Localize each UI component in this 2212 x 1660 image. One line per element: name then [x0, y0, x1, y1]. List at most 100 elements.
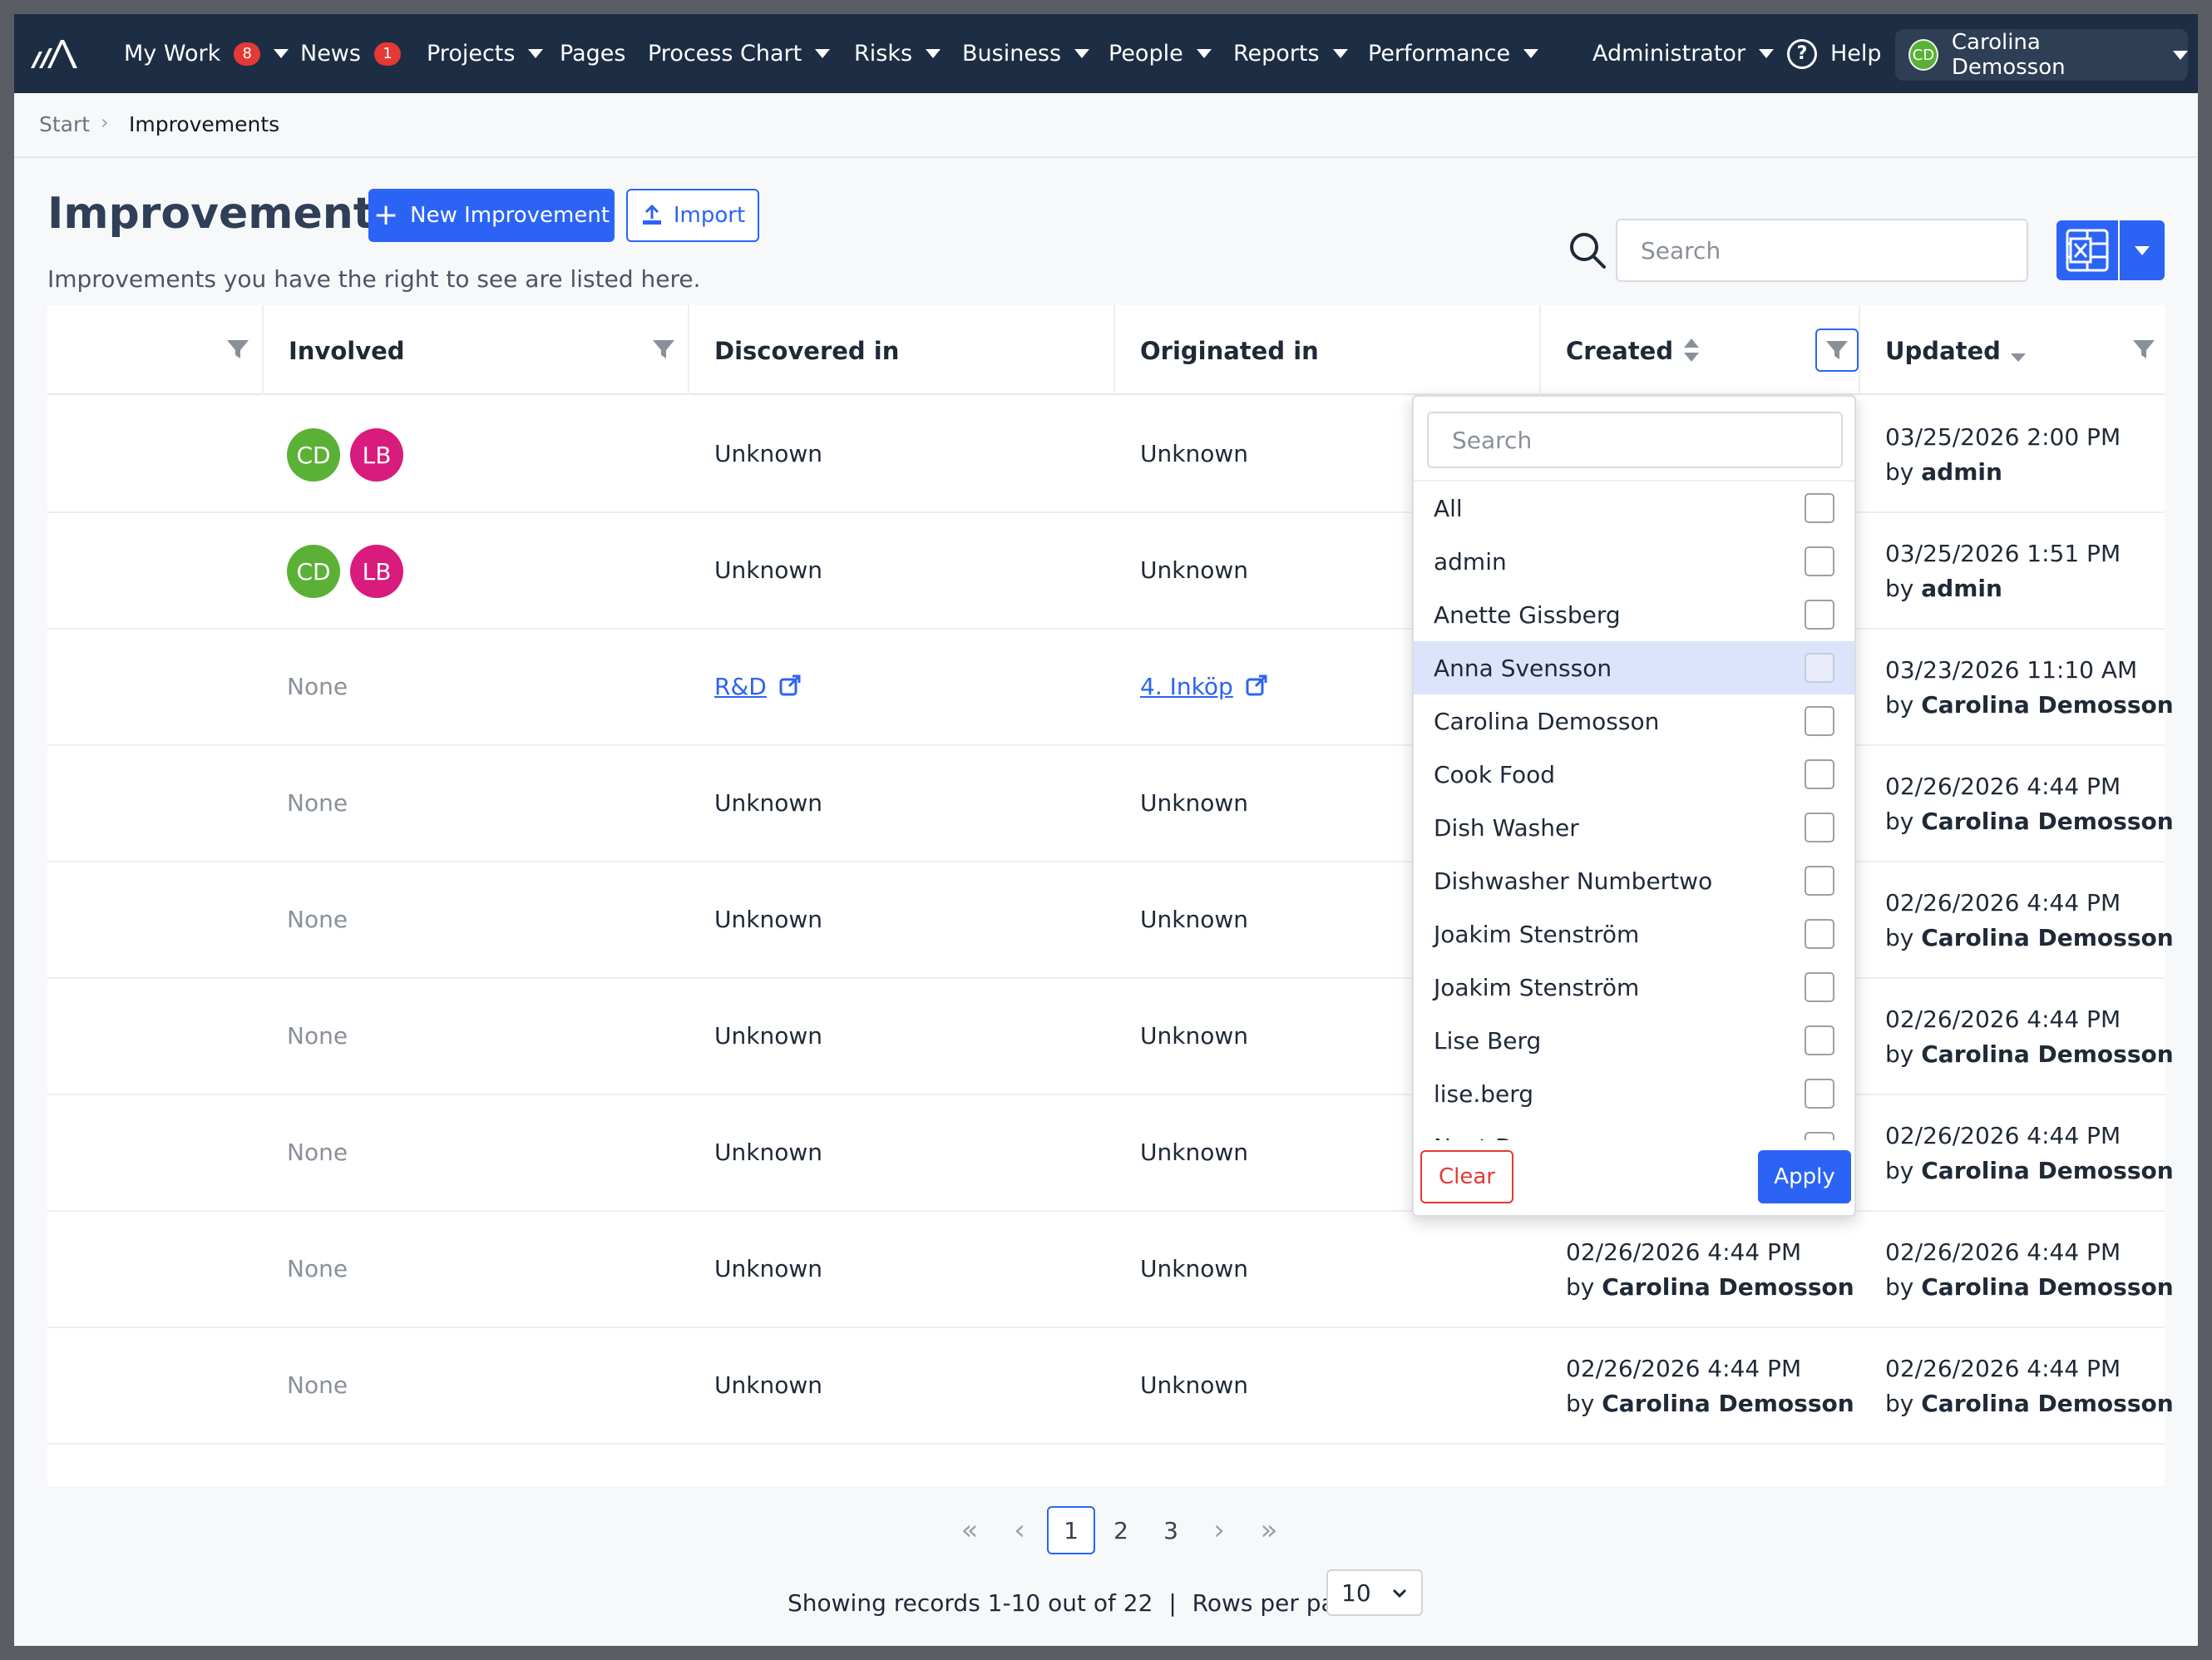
chevron-down-icon: [528, 49, 544, 58]
avatar[interactable]: LB: [350, 428, 403, 482]
export-excel-button[interactable]: [2056, 220, 2118, 280]
filter-icon[interactable]: [651, 337, 676, 362]
column-originated-in[interactable]: Originated in: [1140, 337, 1319, 365]
filter-option[interactable]: Anna Svensson: [1414, 641, 1854, 694]
filter-option[interactable]: Cook Food: [1414, 748, 1854, 801]
filter-option[interactable]: Anette Gissberg: [1414, 588, 1854, 641]
avatar[interactable]: CD: [287, 545, 340, 598]
involved-cell: None: [287, 1255, 348, 1282]
filter-search-input[interactable]: [1427, 412, 1843, 468]
filter-option-checkbox[interactable]: [1805, 706, 1834, 736]
chevron-down-icon: [1074, 49, 1090, 58]
last-page-button[interactable]: »: [1245, 1506, 1293, 1554]
chevron-right-icon: ›: [101, 111, 109, 134]
originated-cell: Unknown: [1140, 906, 1248, 933]
next-page-button[interactable]: ›: [1195, 1506, 1243, 1554]
filter-option[interactable]: Lise Berg: [1414, 1014, 1854, 1067]
column-discovered-in[interactable]: Discovered in: [714, 337, 899, 365]
search-icon[interactable]: [1566, 229, 1611, 274]
filter-option-checkbox[interactable]: [1805, 1132, 1834, 1140]
records-summary: Showing records 1-10 out of 22 | Rows pe…: [788, 1589, 1373, 1617]
external-link-icon[interactable]: [778, 674, 802, 703]
filter-option-checkbox[interactable]: [1805, 972, 1834, 1002]
filter-options-list[interactable]: All admin Anette Gissberg Anna Svensson Caro…: [1414, 480, 1854, 1140]
filter-option-checkbox[interactable]: [1805, 1079, 1834, 1109]
excel-icon: [2066, 229, 2109, 272]
filter-option-checkbox[interactable]: [1805, 600, 1834, 630]
filter-option[interactable]: Joakim Stenström: [1414, 961, 1854, 1014]
avatar[interactable]: LB: [350, 545, 403, 598]
filter-option-checkbox[interactable]: [1805, 866, 1834, 896]
originated-cell: Unknown: [1140, 1022, 1248, 1050]
filter-option-checkbox[interactable]: [1805, 813, 1834, 842]
nav-pages[interactable]: Pages: [560, 14, 625, 93]
table-row[interactable]: None Unknown Unknown 02/26/2026 4:44 PM by C…: [47, 1328, 2174, 1445]
filter-option-checkbox[interactable]: [1805, 759, 1834, 789]
first-page-button[interactable]: «: [946, 1506, 994, 1554]
created-filter-button[interactable]: [1815, 329, 1859, 372]
nav-people[interactable]: People: [1108, 14, 1212, 93]
originated-cell: Unknown: [1140, 440, 1248, 467]
filter-option[interactable]: Joakim Stenström: [1414, 907, 1854, 961]
avatar[interactable]: CD: [287, 428, 340, 482]
filter-option[interactable]: Next Demo: [1414, 1120, 1854, 1140]
rows-per-page-select[interactable]: 10: [1326, 1569, 1423, 1616]
filter-option[interactable]: Dish Washer: [1414, 801, 1854, 854]
external-link-icon[interactable]: [1245, 674, 1268, 703]
filter-option-checkbox[interactable]: [1805, 1025, 1834, 1055]
updated-cell: 02/26/2026 4:44 PM by Carolina Demosson: [1885, 1238, 2174, 1301]
page-1-button[interactable]: 1: [1047, 1506, 1095, 1554]
updated-by: Carolina Demosson: [1921, 1390, 2174, 1417]
filter-option-checkbox[interactable]: [1805, 919, 1834, 949]
export-options-dropdown[interactable]: [2120, 220, 2165, 280]
sort-icon[interactable]: [1682, 337, 1701, 363]
avatar: CD: [1908, 39, 1938, 71]
filter-icon[interactable]: [2131, 337, 2156, 362]
chevron-down-icon: [2173, 50, 2188, 60]
involved-cell: None: [287, 673, 348, 700]
filter-option[interactable]: admin: [1414, 535, 1854, 588]
filter-option[interactable]: All: [1414, 482, 1854, 535]
nav-risks[interactable]: Risks: [854, 14, 941, 93]
filter-option[interactable]: Dishwasher Numbertwo: [1414, 854, 1854, 907]
column-created[interactable]: Created: [1566, 337, 1673, 365]
nav-performance[interactable]: Performance: [1368, 14, 1539, 93]
search-input[interactable]: [1616, 219, 2028, 282]
discovered-cell: R&D: [714, 673, 802, 703]
column-involved[interactable]: Involved: [289, 337, 405, 365]
page-3-button[interactable]: 3: [1147, 1506, 1195, 1554]
app-logo-icon[interactable]: [31, 35, 81, 73]
filter-option-checkbox[interactable]: [1805, 653, 1834, 683]
filter-option[interactable]: Carolina Demosson: [1414, 694, 1854, 748]
discovered-cell: Unknown: [714, 789, 822, 817]
filter-option-checkbox[interactable]: [1805, 493, 1834, 523]
table-row[interactable]: None Unknown Unknown 02/26/2026 4:44 PM by C…: [47, 1212, 2174, 1328]
filter-option[interactable]: lise.berg: [1414, 1067, 1854, 1120]
nav-process-chart[interactable]: Process Chart: [648, 14, 831, 93]
discovered-link[interactable]: R&D: [714, 673, 767, 700]
user-menu[interactable]: CD Carolina Demosson: [1895, 29, 2188, 81]
involved-cell: None: [287, 1139, 348, 1166]
filter-icon[interactable]: [225, 337, 250, 362]
breadcrumb-start-link[interactable]: Start: [39, 112, 90, 136]
updated-by: Carolina Demosson: [1921, 691, 2174, 719]
nav-help[interactable]: ? Help: [1787, 14, 1882, 93]
previous-page-button[interactable]: ‹: [995, 1506, 1044, 1554]
clear-filter-button[interactable]: Clear: [1420, 1150, 1513, 1203]
updated-cell: 02/26/2026 4:44 PM by Carolina Demosson: [1885, 1122, 2174, 1184]
sort-desc-icon[interactable]: [2010, 352, 2027, 363]
filter-option-checkbox[interactable]: [1805, 546, 1834, 576]
new-improvement-button[interactable]: + New Improvement: [368, 189, 615, 242]
column-updated[interactable]: Updated: [1885, 337, 2001, 365]
import-button[interactable]: Import: [626, 189, 759, 242]
apply-filter-button[interactable]: Apply: [1758, 1150, 1851, 1203]
nav-reports[interactable]: Reports: [1233, 14, 1348, 93]
nav-news[interactable]: News 1: [300, 14, 401, 93]
nav-my-work[interactable]: My Work 8: [124, 14, 289, 93]
nav-administrator[interactable]: Administrator: [1592, 14, 1775, 93]
page-2-button[interactable]: 2: [1097, 1506, 1145, 1554]
nav-projects[interactable]: Projects: [427, 14, 544, 93]
updated-by: Carolina Demosson: [1921, 1273, 2174, 1301]
originated-link[interactable]: 4. Inköp: [1140, 673, 1233, 700]
nav-business[interactable]: Business: [962, 14, 1090, 93]
